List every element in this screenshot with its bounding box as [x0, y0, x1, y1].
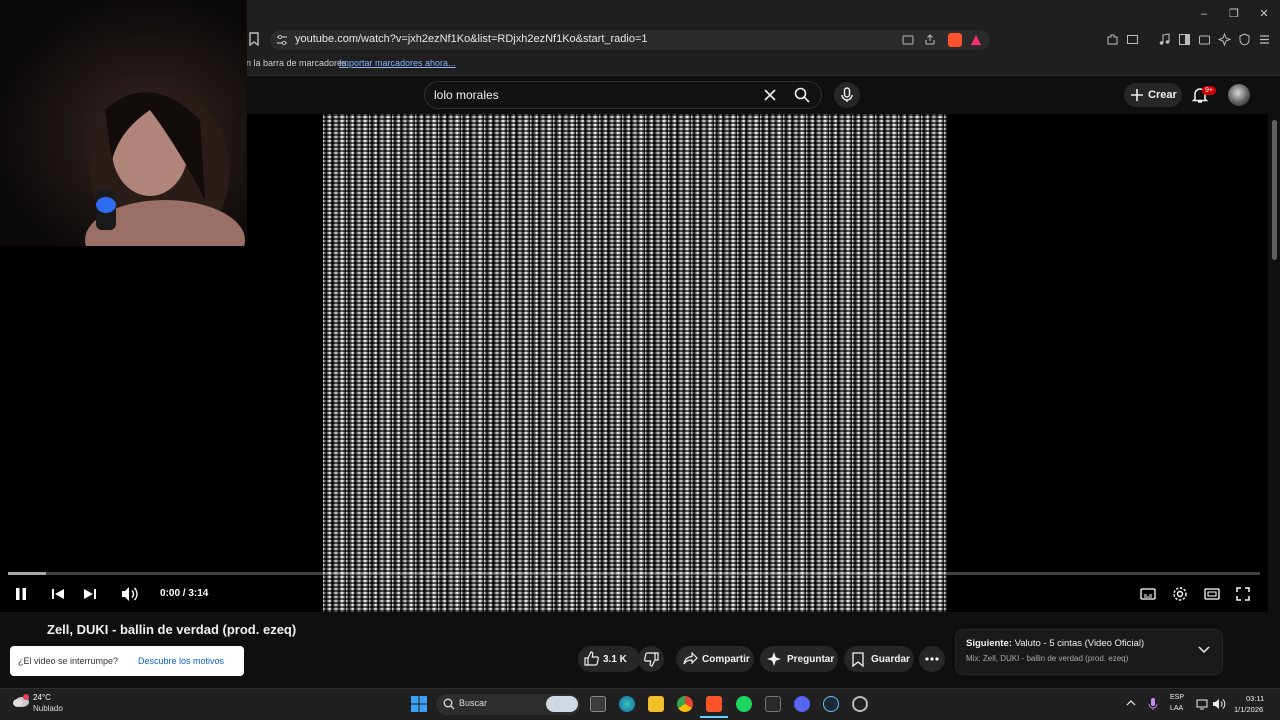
- share-button[interactable]: Compartir: [676, 646, 754, 672]
- microphone-icon: [841, 87, 853, 103]
- epic-games-icon[interactable]: [765, 696, 781, 712]
- import-bookmarks-link[interactable]: Importar marcadores ahora...: [339, 58, 456, 68]
- menu-icon[interactable]: [1258, 33, 1274, 49]
- more-dots-icon: [925, 657, 939, 661]
- task-view-icon[interactable]: [590, 696, 606, 712]
- volume-icon[interactable]: [121, 586, 139, 602]
- clear-search-icon[interactable]: [763, 88, 777, 102]
- pause-button[interactable]: [14, 587, 28, 601]
- thumbs-up-icon: [584, 651, 599, 666]
- create-button[interactable]: Crear: [1124, 83, 1182, 107]
- cast-icon[interactable]: [902, 34, 918, 50]
- save-label: Guardar: [871, 654, 910, 665]
- clock-time[interactable]: 03:11: [1246, 694, 1264, 703]
- screenshot-icon[interactable]: [1126, 33, 1142, 49]
- up-next-video-title: Valuto - 5 cintas (Video Oficial): [1014, 638, 1145, 649]
- brave-rewards-icon[interactable]: [970, 34, 982, 46]
- discord-icon[interactable]: [794, 696, 810, 712]
- file-explorer-icon[interactable]: [648, 696, 664, 712]
- windows-start-icon[interactable]: [411, 696, 427, 712]
- interrupt-learn-more-link[interactable]: Descubre los motivos: [138, 656, 224, 666]
- brave-browser-icon[interactable]: [706, 696, 722, 712]
- up-next-card[interactable]: [955, 629, 1223, 675]
- site-settings-icon[interactable]: [276, 34, 292, 50]
- tray-microphone-icon[interactable]: [1148, 697, 1158, 711]
- previous-button[interactable]: [51, 587, 65, 601]
- interrupt-question: ¿El video se interrumpe?: [18, 656, 119, 666]
- windows-taskbar: [0, 688, 1280, 720]
- sparkle-icon: [767, 652, 781, 666]
- network-icon[interactable]: [1196, 698, 1208, 710]
- like-count: 3.1 K: [603, 654, 627, 665]
- create-label: Crear: [1148, 89, 1177, 101]
- sidebar-icon[interactable]: [1178, 33, 1194, 49]
- like-button[interactable]: 3.1 K: [578, 646, 640, 672]
- up-next-mix: Mix: Zell, DUKI - ballin de verdad (prod…: [966, 654, 1129, 663]
- share-arrow-icon: [683, 652, 698, 666]
- spotify-icon[interactable]: [736, 696, 752, 712]
- show-hidden-icons-chevron-icon[interactable]: [1126, 700, 1136, 706]
- next-button[interactable]: [83, 587, 97, 601]
- fullscreen-icon[interactable]: [1236, 587, 1250, 601]
- edge-browser-icon[interactable]: [619, 696, 635, 712]
- restore-icon[interactable]: ❐: [1226, 6, 1242, 22]
- chrome-icon[interactable]: [677, 696, 693, 712]
- steam-icon[interactable]: [823, 696, 839, 712]
- webcam-overlay: [0, 0, 247, 246]
- vpn-shield-icon[interactable]: [1238, 33, 1254, 49]
- scrollbar-thumb[interactable]: [1272, 120, 1277, 260]
- media-icon[interactable]: [1158, 33, 1174, 49]
- chevron-down-icon[interactable]: [1198, 646, 1210, 654]
- leo-ai-icon[interactable]: [1218, 33, 1234, 49]
- progress-bar[interactable]: [8, 572, 1260, 575]
- plus-icon: [1130, 88, 1144, 102]
- ask-label: Preguntar: [787, 654, 835, 665]
- more-actions-button[interactable]: [919, 646, 945, 672]
- weather-temperature[interactable]: 24°C: [33, 693, 51, 702]
- time-display: 0:00 / 3:14: [160, 588, 209, 599]
- search-icon[interactable]: [794, 87, 810, 103]
- search-highlight-image: [546, 696, 578, 712]
- ask-button[interactable]: Preguntar: [760, 646, 838, 672]
- search-query-text[interactable]: lolo morales: [434, 88, 499, 102]
- settings-gear-icon[interactable]: [1172, 586, 1188, 602]
- subtitles-icon[interactable]: [1140, 587, 1156, 601]
- video-frame[interactable]: [323, 114, 947, 612]
- weather-description[interactable]: Nublado: [33, 704, 63, 713]
- weather-cloud-icon[interactable]: [12, 694, 30, 708]
- avatar[interactable]: [1228, 84, 1250, 106]
- up-next-prefix: Siguiente:: [966, 638, 1012, 649]
- progress-buffered: [8, 572, 46, 575]
- theater-mode-icon[interactable]: [1204, 587, 1220, 601]
- up-next-title[interactable]: Siguiente: Valuto - 5 cintas (Video Ofic…: [966, 638, 1144, 649]
- save-bookmark-icon: [852, 652, 864, 667]
- active-app-indicator: [700, 716, 728, 718]
- voice-search-button[interactable]: [834, 82, 860, 108]
- input-layout[interactable]: LAA: [1170, 705, 1183, 712]
- obs-studio-icon[interactable]: [852, 696, 868, 712]
- share-page-icon[interactable]: [924, 34, 940, 50]
- extensions-icon[interactable]: [1106, 33, 1122, 49]
- minimize-icon[interactable]: –: [1196, 6, 1212, 22]
- share-label: Compartir: [702, 654, 750, 665]
- bookmarks-bar-text: n la barra de marcadores.: [246, 58, 350, 68]
- bookmark-icon[interactable]: [248, 32, 264, 48]
- dislike-button[interactable]: [638, 646, 664, 672]
- video-title: Zell, DUKI - ballin de verdad (prod. eze…: [47, 622, 297, 637]
- taskbar-search-label[interactable]: Buscar: [459, 698, 487, 708]
- speaker-icon[interactable]: [1212, 698, 1226, 710]
- close-window-icon[interactable]: ✕: [1256, 6, 1272, 22]
- clock-date[interactable]: 1/1/2026: [1234, 705, 1263, 714]
- input-language[interactable]: ESP: [1170, 694, 1184, 701]
- brave-shields-icon[interactable]: [948, 33, 962, 47]
- notification-count-badge: 9+: [1202, 86, 1216, 95]
- url-text[interactable]: youtube.com/watch?v=jxh2ezNf1Ko&list=RDj…: [295, 33, 648, 45]
- taskbar-search-icon: [443, 698, 455, 710]
- wallet-icon[interactable]: [1198, 33, 1214, 49]
- thumbs-down-icon: [644, 652, 659, 667]
- save-button[interactable]: Guardar: [844, 646, 914, 672]
